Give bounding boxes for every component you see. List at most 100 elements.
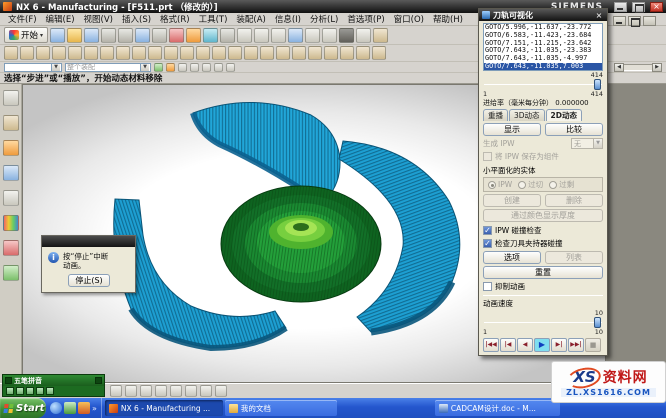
save-icon[interactable] — [84, 28, 99, 43]
taskbar-item[interactable]: NX 6 - Manufacturing ... — [105, 400, 223, 416]
snap-tool-icon[interactable] — [3, 240, 19, 256]
snap-point-icon[interactable] — [373, 28, 388, 43]
stop-button[interactable]: ■ — [585, 338, 601, 352]
mfg-operation-icon[interactable] — [180, 46, 194, 60]
skip-to-end-button[interactable]: ▶▶| — [568, 338, 584, 352]
selection-scope-combo[interactable]: 整个装配 ▼ — [65, 63, 151, 72]
mfg-operation-icon[interactable] — [196, 46, 210, 60]
skip-to-start-button[interactable]: |◀◀ — [483, 338, 499, 352]
list-button[interactable]: 列表 — [545, 251, 603, 264]
step-back-button[interactable]: |◀ — [500, 338, 516, 352]
quick-launch-icon[interactable] — [64, 402, 76, 414]
menu-item[interactable]: 首选项(P) — [343, 13, 388, 25]
radio-option-0[interactable]: IPW — [488, 180, 512, 189]
view-tool-icon[interactable] — [170, 385, 182, 397]
wireframe-icon[interactable] — [220, 28, 235, 43]
nav-history-icon[interactable] — [3, 90, 19, 106]
quick-launch-overflow-icon[interactable]: » — [92, 404, 97, 413]
lasso-select-icon[interactable] — [202, 63, 211, 72]
mfg-operation-icon[interactable] — [324, 46, 338, 60]
combo-arrow-icon[interactable]: ▼ — [593, 139, 602, 148]
mfg-operation-icon[interactable] — [372, 46, 386, 60]
selection-type-combo[interactable]: ▼ — [4, 63, 62, 72]
close-button[interactable]: × — [650, 2, 663, 12]
render-style-icon[interactable] — [356, 28, 371, 43]
zoom-icon[interactable] — [288, 28, 303, 43]
plot-icon[interactable] — [101, 28, 116, 43]
star-filter-icon[interactable] — [166, 63, 175, 72]
layout-2-icon[interactable] — [254, 28, 269, 43]
mfg-operation-icon[interactable] — [356, 46, 370, 60]
play-button[interactable]: ▶ — [534, 338, 550, 352]
mfg-operation-icon[interactable] — [36, 46, 50, 60]
dialog-tab-1[interactable]: 3D动态 — [509, 109, 545, 121]
ime-tool-icon[interactable] — [16, 387, 24, 395]
view-tool-icon[interactable] — [155, 385, 167, 397]
mfg-operation-icon[interactable] — [20, 46, 34, 60]
undo-icon[interactable] — [186, 28, 201, 43]
circle-select-icon[interactable] — [305, 28, 320, 43]
scroll-right-icon[interactable]: ▶ — [652, 63, 662, 72]
combo-arrow-icon[interactable]: ▼ — [51, 64, 60, 71]
maximize-button[interactable] — [632, 2, 645, 12]
goto-line[interactable]: GOTO/7.643,-11.035,7.003 — [484, 63, 602, 71]
ime-tool-icon[interactable] — [36, 387, 44, 395]
start-menu-button[interactable]: Start — [0, 398, 46, 418]
mfg-operation-icon[interactable] — [132, 46, 146, 60]
dialog-tab-0[interactable]: 重播 — [483, 109, 508, 121]
toolpath-position-slider[interactable] — [483, 79, 603, 90]
mfg-operation-icon[interactable] — [212, 46, 226, 60]
child-restore-button[interactable] — [628, 16, 641, 26]
child-close-button[interactable] — [643, 16, 656, 26]
clock-icon[interactable] — [3, 190, 19, 206]
mfg-operation-icon[interactable] — [340, 46, 354, 60]
swap-arrows-icon[interactable] — [178, 63, 187, 72]
create-button[interactable]: 创建 — [483, 194, 541, 207]
menu-item[interactable]: 装配(A) — [232, 13, 269, 25]
ie-icon[interactable] — [50, 402, 62, 414]
view-tool-icon[interactable] — [110, 385, 122, 397]
dialog-close-icon[interactable]: × — [594, 11, 604, 20]
mfg-operation-icon[interactable] — [308, 46, 322, 60]
mfg-operation-icon[interactable] — [228, 46, 242, 60]
open-folder-icon[interactable] — [67, 28, 82, 43]
layout-3-icon[interactable] — [271, 28, 286, 43]
sphere-select-icon[interactable] — [190, 63, 199, 72]
dialog-title-bar[interactable]: 刀轨可视化 × — [479, 9, 607, 21]
stop-button[interactable]: 停止(S) — [68, 274, 110, 287]
menu-item[interactable]: 分析(L) — [306, 13, 342, 25]
combo-arrow-icon[interactable]: ▼ — [140, 64, 149, 71]
rect-select-icon[interactable] — [214, 63, 223, 72]
delete-icon[interactable] — [169, 28, 184, 43]
taskbar-item[interactable]: 我的文档 — [225, 400, 337, 416]
layout-1-icon[interactable] — [237, 28, 252, 43]
save-ipw-checkbox[interactable] — [483, 152, 492, 161]
options-button[interactable]: 选项 — [483, 251, 541, 264]
mfg-operation-icon[interactable] — [276, 46, 290, 60]
menu-item[interactable]: 格式(R) — [156, 13, 194, 25]
menu-item[interactable]: 信息(I) — [271, 13, 305, 25]
scroll-track[interactable] — [624, 64, 652, 71]
menu-item[interactable]: 帮助(H) — [429, 13, 467, 25]
palette-icon[interactable] — [3, 115, 19, 131]
menu-item[interactable]: 文件(F) — [4, 13, 41, 25]
animation-speed-slider[interactable] — [483, 317, 603, 328]
copy-icon[interactable] — [135, 28, 150, 43]
stop-dialog-title-bar[interactable] — [42, 236, 135, 247]
ime-tool-icon[interactable] — [26, 387, 34, 395]
show-button[interactable]: 显示 — [483, 123, 541, 136]
cut-scissors-icon[interactable] — [118, 28, 133, 43]
taskbar-item[interactable]: CADCAM设计.doc - M... — [435, 400, 560, 416]
thickness-by-color-button[interactable]: 通过颜色显示厚度 — [483, 209, 603, 222]
slider-thumb[interactable] — [594, 317, 601, 328]
child-minimize-button[interactable] — [613, 16, 626, 26]
radio-option-1[interactable]: 过切 — [518, 179, 543, 190]
view-tool-icon[interactable] — [200, 385, 212, 397]
pan-icon[interactable] — [322, 28, 337, 43]
mfg-operation-icon[interactable] — [292, 46, 306, 60]
ime-state-icon[interactable] — [5, 377, 12, 384]
view-tool-icon[interactable] — [185, 385, 197, 397]
slider-track[interactable] — [484, 84, 602, 85]
slider-thumb[interactable] — [594, 79, 601, 90]
dialog-tab-2[interactable]: 2D动态 — [546, 109, 582, 121]
